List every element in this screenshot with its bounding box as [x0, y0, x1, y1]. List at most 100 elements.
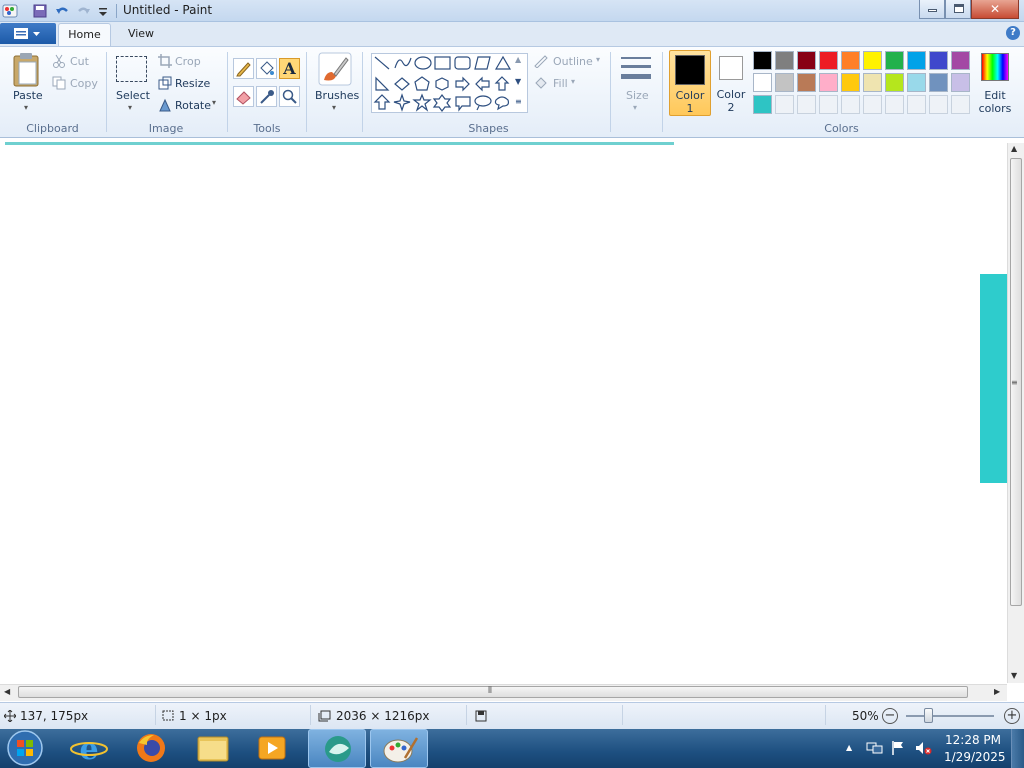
crop-button[interactable]: Crop	[175, 55, 201, 68]
palette-swatch[interactable]	[753, 95, 772, 114]
size-dropdown-icon[interactable]: ▾	[633, 103, 637, 112]
scroll-left-icon[interactable]: ◀	[4, 687, 10, 696]
size-icon[interactable]	[619, 54, 653, 84]
start-button[interactable]	[4, 729, 46, 768]
show-hidden-icons[interactable]: ▲	[846, 743, 852, 752]
palette-swatch[interactable]	[841, 73, 860, 92]
palette-swatch[interactable]	[863, 51, 882, 70]
pencil-icon[interactable]	[233, 58, 254, 79]
fill-bucket-icon[interactable]	[256, 58, 277, 79]
zoom-out-button[interactable]: −	[882, 708, 898, 724]
scroll-down-icon[interactable]: ▼	[1011, 671, 1017, 680]
redo-icon[interactable]	[76, 3, 92, 19]
eraser-icon[interactable]	[233, 86, 254, 107]
firefox-icon[interactable]	[122, 729, 180, 768]
palette-swatch[interactable]	[753, 73, 772, 92]
resize-button[interactable]: Resize	[175, 77, 210, 90]
palette-swatch[interactable]	[951, 51, 970, 70]
paint-app-icon[interactable]	[2, 3, 18, 19]
tab-home[interactable]: Home	[58, 23, 111, 46]
outline-button[interactable]: Outline	[553, 55, 593, 68]
select-label[interactable]: Select	[116, 89, 150, 102]
scroll-right-icon[interactable]: ▶	[994, 687, 1000, 696]
zoom-in-button[interactable]: +	[1004, 708, 1020, 724]
edit-colors-button[interactable]: Edit colors	[978, 50, 1012, 116]
volume-muted-icon[interactable]	[914, 740, 932, 756]
minimize-button[interactable]	[919, 0, 945, 19]
brushes-dropdown-icon[interactable]: ▾	[332, 103, 336, 112]
action-center-flag-icon[interactable]	[890, 740, 906, 756]
palette-swatch[interactable]	[775, 73, 794, 92]
rotate-button[interactable]: Rotate	[175, 99, 211, 112]
media-player-icon[interactable]	[243, 729, 301, 768]
palette-swatch-empty[interactable]	[841, 95, 860, 114]
palette-swatch[interactable]	[775, 51, 794, 70]
shapes-gallery[interactable]	[371, 53, 528, 113]
clock-time[interactable]: 12:28 PM	[944, 733, 1002, 747]
paste-label[interactable]: Paste	[13, 89, 43, 102]
active-app-icon[interactable]	[308, 729, 366, 768]
shapes-more-icon[interactable]: ≡	[515, 97, 522, 106]
select-icon[interactable]	[116, 56, 147, 82]
palette-swatch[interactable]	[841, 51, 860, 70]
palette-swatch[interactable]	[907, 51, 926, 70]
network-icon[interactable]	[866, 740, 884, 756]
paste-icon[interactable]	[10, 52, 44, 90]
palette-swatch[interactable]	[753, 51, 772, 70]
size-label[interactable]: Size	[626, 89, 649, 102]
magnifier-icon[interactable]	[279, 86, 300, 107]
palette-swatch-empty[interactable]	[929, 95, 948, 114]
palette-swatch-empty[interactable]	[885, 95, 904, 114]
palette-swatch[interactable]	[929, 51, 948, 70]
select-dropdown-icon[interactable]: ▾	[128, 103, 132, 112]
palette-swatch-empty[interactable]	[907, 95, 926, 114]
text-tool-icon[interactable]: A	[279, 58, 300, 79]
internet-explorer-icon[interactable]: e	[60, 729, 118, 768]
brushes-label[interactable]: Brushes	[315, 89, 359, 102]
palette-swatch-empty[interactable]	[951, 95, 970, 114]
color2-button[interactable]: Color 2	[712, 50, 750, 116]
paint-taskbar-icon[interactable]	[370, 729, 428, 768]
close-button[interactable]: ✕	[971, 0, 1019, 19]
outline-dropdown-icon[interactable]: ▾	[596, 55, 600, 64]
palette-swatch-empty[interactable]	[819, 95, 838, 114]
maximize-button[interactable]	[945, 0, 971, 19]
palette-swatch[interactable]	[885, 51, 904, 70]
brushes-icon[interactable]	[318, 52, 352, 86]
shapes-scroll-up-icon[interactable]: ▲	[515, 55, 521, 64]
palette-swatch[interactable]	[951, 73, 970, 92]
color1-button[interactable]: Color 1	[669, 50, 711, 116]
palette-swatch[interactable]	[863, 73, 882, 92]
palette-swatch[interactable]	[929, 73, 948, 92]
scroll-up-icon[interactable]: ▲	[1011, 144, 1017, 153]
paste-dropdown-icon[interactable]: ▾	[24, 103, 28, 112]
cut-button[interactable]: Cut	[70, 55, 89, 68]
palette-swatch-empty[interactable]	[775, 95, 794, 114]
clock-date[interactable]: 1/29/2025	[944, 750, 1006, 764]
undo-icon[interactable]	[54, 3, 70, 19]
customize-quick-access-icon[interactable]	[97, 3, 113, 19]
shapes-scroll-down-icon[interactable]: ▼	[515, 77, 521, 86]
rotate-dropdown-icon[interactable]: ▾	[212, 98, 216, 107]
help-icon[interactable]: ?	[1006, 26, 1020, 40]
palette-swatch[interactable]	[907, 73, 926, 92]
color-picker-icon[interactable]	[256, 86, 277, 107]
show-desktop-button[interactable]	[1011, 729, 1024, 768]
fill-dropdown-icon[interactable]: ▾	[571, 77, 575, 86]
zoom-slider-thumb[interactable]	[924, 708, 933, 723]
drawing-canvas[interactable]	[0, 139, 1024, 701]
copy-button[interactable]: Copy	[70, 77, 98, 90]
paint-menu-button[interactable]	[0, 23, 56, 44]
horizontal-scroll-thumb[interactable]	[18, 686, 968, 698]
file-explorer-icon[interactable]	[184, 729, 242, 768]
palette-swatch-empty[interactable]	[863, 95, 882, 114]
palette-swatch[interactable]	[819, 73, 838, 92]
zoom-slider-track[interactable]	[906, 715, 994, 717]
palette-swatch[interactable]	[797, 73, 816, 92]
save-icon[interactable]	[32, 3, 48, 19]
palette-swatch[interactable]	[819, 51, 838, 70]
tab-view[interactable]: View	[117, 23, 165, 46]
fill-button[interactable]: Fill	[553, 77, 568, 90]
palette-swatch-empty[interactable]	[797, 95, 816, 114]
palette-swatch[interactable]	[885, 73, 904, 92]
